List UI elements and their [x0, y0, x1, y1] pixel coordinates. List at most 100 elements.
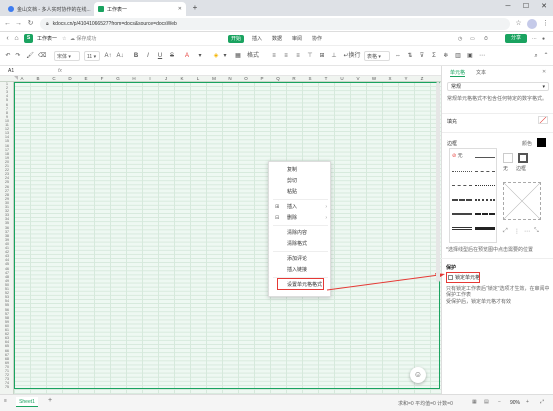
- fx-icon[interactable]: fx: [58, 67, 62, 75]
- strikethrough-button[interactable]: S: [168, 51, 176, 61]
- back-icon[interactable]: ←: [3, 19, 12, 29]
- maximize-icon[interactable]: ☐: [517, 0, 535, 14]
- share-button[interactable]: 分享: [505, 34, 527, 43]
- tab-review[interactable]: 审阅: [289, 35, 305, 43]
- fill-color-icon[interactable]: ◈: [211, 51, 221, 61]
- zoom-level[interactable]: 90%: [510, 400, 520, 406]
- border-style-dashed[interactable]: [475, 171, 495, 172]
- format-button[interactable]: 格式: [244, 51, 262, 61]
- url-field[interactable]: 🔒︎ kdocs.cn/p/41041066527?from=docs&sour…: [40, 18, 510, 30]
- menu-item-delete[interactable]: ⊟ 删除 ›: [269, 213, 332, 223]
- format-painter-icon[interactable]: 🖌︎: [26, 51, 34, 61]
- merge-icon[interactable]: ⇔: [394, 51, 402, 61]
- align-middle-icon[interactable]: ⊞: [318, 51, 326, 61]
- border-style-double[interactable]: [452, 227, 472, 230]
- increase-font-icon[interactable]: A↑: [104, 51, 112, 61]
- border-style-medium[interactable]: [452, 213, 472, 215]
- clear-icon[interactable]: ⌫: [38, 51, 46, 61]
- wrap-text-button[interactable]: ↵换行: [342, 51, 362, 61]
- menu-item-clear-format[interactable]: 清除格式: [269, 239, 332, 249]
- border-style-dash-dot[interactable]: [452, 185, 472, 186]
- new-tab-button[interactable]: +: [190, 3, 200, 13]
- history-icon[interactable]: ◷: [458, 35, 462, 43]
- browser-menu-icon[interactable]: ⋮: [541, 19, 550, 29]
- tab-collab[interactable]: 协作: [309, 35, 325, 43]
- align-right-icon[interactable]: ≡: [294, 51, 302, 61]
- menu-item-paste[interactable]: 粘贴: [269, 187, 332, 197]
- font-size-select[interactable]: 11 ▾: [84, 51, 100, 61]
- help-float-button[interactable]: ☺: [410, 367, 426, 383]
- comment-icon[interactable]: ▭: [470, 35, 475, 43]
- normal-view-icon[interactable]: ▦: [472, 399, 477, 405]
- fullscreen-icon[interactable]: ⤢: [540, 399, 544, 405]
- underline-button[interactable]: U: [156, 51, 164, 61]
- tab-text-format[interactable]: 文本: [476, 69, 486, 77]
- menu-item-clear-content[interactable]: 清除内容: [269, 228, 332, 238]
- home-icon[interactable]: ⌂: [12, 34, 21, 44]
- font-color-dropdown-icon[interactable]: ▾: [196, 51, 204, 61]
- profile-avatar[interactable]: [527, 19, 537, 29]
- minimize-icon[interactable]: ─: [499, 0, 517, 14]
- tab-insert[interactable]: 插入: [249, 35, 265, 43]
- border-vertical-icon[interactable]: ⋮: [514, 228, 520, 235]
- border-style-dotted[interactable]: [452, 171, 472, 172]
- border-antidiagonal-icon[interactable]: ⤡: [534, 228, 539, 235]
- border-style-medium-dash[interactable]: [452, 199, 472, 201]
- italic-button[interactable]: I: [144, 51, 152, 61]
- border-color-swatch[interactable]: [537, 138, 546, 147]
- collapse-toolbar-icon[interactable]: ⌃: [542, 51, 550, 61]
- star-icon[interactable]: ☆: [514, 19, 523, 29]
- border-style-thin[interactable]: [475, 157, 495, 158]
- more-tools-icon[interactable]: ⋯: [478, 51, 486, 61]
- border-style-fine-dot[interactable]: [475, 185, 495, 186]
- reload-icon[interactable]: ↻: [26, 19, 35, 29]
- clock-icon[interactable]: ⏱: [484, 35, 488, 43]
- font-family-select[interactable]: 宋体 ▾: [54, 51, 80, 61]
- fill-color-swatch[interactable]: [538, 116, 548, 124]
- border-horizontal-icon[interactable]: ⋯: [524, 228, 530, 235]
- menu-item-insert[interactable]: ⊞ 插入 ›: [269, 202, 332, 212]
- border-preview-box[interactable]: [503, 182, 541, 220]
- menu-item-insert-link[interactable]: 插入链接: [269, 265, 332, 275]
- tab-data[interactable]: 数据: [269, 35, 285, 43]
- sheet-list-icon[interactable]: ≡: [4, 398, 7, 404]
- align-top-icon[interactable]: ⊤: [306, 51, 314, 61]
- fill-color-dropdown-icon[interactable]: ▾: [222, 51, 228, 61]
- cell-reference-box[interactable]: A1: [8, 67, 53, 75]
- font-color-button[interactable]: A: [182, 51, 192, 61]
- search-icon[interactable]: ⌕: [532, 51, 540, 61]
- align-bottom-icon[interactable]: ⊥: [330, 51, 338, 61]
- user-avatar[interactable]: ●: [542, 35, 545, 43]
- bold-button[interactable]: B: [132, 51, 140, 61]
- doc-title[interactable]: 工作表一: [37, 35, 57, 43]
- undo-icon[interactable]: ↶: [4, 51, 12, 61]
- chart-icon[interactable]: ▥: [454, 51, 462, 61]
- border-preset-outer-icon[interactable]: [518, 153, 528, 163]
- page-view-icon[interactable]: ▤: [484, 399, 489, 405]
- sheet-tab[interactable]: Sheet1: [16, 397, 38, 407]
- number-format-dropdown[interactable]: 常规 ▾: [447, 82, 549, 91]
- image-icon[interactable]: ▣: [466, 51, 474, 61]
- tab-start[interactable]: 开始: [228, 35, 245, 43]
- border-style-thick-dash[interactable]: [475, 213, 495, 215]
- redo-icon[interactable]: ↷: [14, 51, 22, 61]
- zoom-in-icon[interactable]: +: [526, 399, 529, 405]
- menu-item-add-comment[interactable]: 添加评论: [269, 254, 332, 264]
- border-preset-none-icon[interactable]: [503, 153, 513, 163]
- border-style-thick[interactable]: [475, 227, 495, 230]
- menu-item-cut[interactable]: 剪切: [269, 176, 332, 186]
- border-style-none[interactable]: ⊘ 无: [452, 152, 472, 161]
- border-diagonal-icon[interactable]: ⤢: [503, 228, 508, 235]
- close-panel-icon[interactable]: ✕: [542, 69, 546, 75]
- table-style-select[interactable]: 表格 ▾: [364, 51, 390, 61]
- sort-icon[interactable]: ⇅: [406, 51, 414, 61]
- menu-item-copy[interactable]: 复制: [269, 165, 332, 175]
- align-left-icon[interactable]: ≡: [270, 51, 278, 61]
- align-center-icon[interactable]: ≡: [282, 51, 290, 61]
- more-icon[interactable]: ⋯: [532, 35, 537, 43]
- freeze-icon[interactable]: ❄: [442, 51, 450, 61]
- vertical-scrollbar[interactable]: [436, 82, 440, 282]
- border-icon[interactable]: ▦: [234, 51, 242, 61]
- add-sheet-button[interactable]: +: [48, 397, 52, 404]
- close-tab-icon[interactable]: ✕: [178, 6, 182, 12]
